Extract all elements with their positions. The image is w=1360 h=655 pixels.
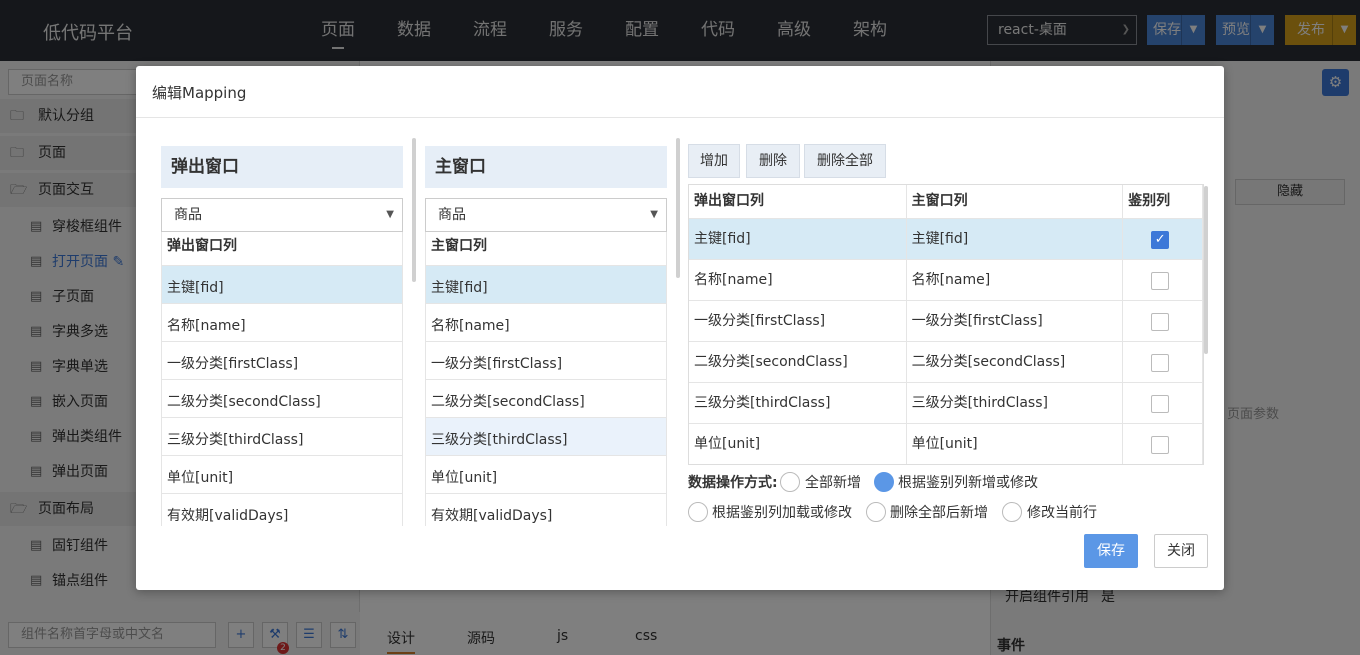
- key-checkbox[interactable]: [1151, 395, 1170, 413]
- popup-window-title: 弹出窗口: [161, 146, 403, 188]
- cell-key: [1123, 424, 1203, 464]
- mapping-table: 弹出窗口列 主窗口列 鉴别列 主键[fid] 主键[fid] ✓ 名称[name…: [688, 184, 1204, 465]
- chevron-down-icon: ▼: [650, 209, 658, 220]
- list-item[interactable]: 单位[unit]: [162, 456, 402, 494]
- cell-main: 三级分类[thirdClass]: [907, 383, 1124, 423]
- scrollbar[interactable]: [676, 138, 680, 278]
- popup-column-list: 弹出窗口列 主键[fid] 名称[name] 一级分类[firstClass] …: [161, 232, 403, 526]
- list-item[interactable]: 三级分类[thirdClass]: [162, 418, 402, 456]
- list-item[interactable]: 有效期[validDays]: [162, 494, 402, 526]
- cell-key: [1123, 301, 1203, 341]
- list-item[interactable]: 主键[fid]: [426, 266, 666, 304]
- list-item[interactable]: 二级分类[secondClass]: [162, 380, 402, 418]
- radio-delete-then-add[interactable]: [866, 502, 886, 522]
- cell-main: 一级分类[firstClass]: [907, 301, 1124, 341]
- key-checkbox[interactable]: ✓: [1151, 231, 1170, 249]
- main-source-select[interactable]: 商品 ▼: [425, 198, 667, 232]
- radio-add-all[interactable]: [780, 472, 800, 492]
- column-header: 主窗口列: [907, 185, 1124, 218]
- delete-all-button[interactable]: 删除全部: [804, 144, 886, 178]
- cell-popup: 二级分类[secondClass]: [689, 342, 907, 382]
- chevron-down-icon: ▼: [386, 209, 394, 220]
- list-item[interactable]: 一级分类[firstClass]: [426, 342, 666, 380]
- cell-main: 二级分类[secondClass]: [907, 342, 1124, 382]
- radio-modify-current[interactable]: [1002, 502, 1022, 522]
- main-column-list: 主窗口列 主键[fid] 名称[name] 一级分类[firstClass] 二…: [425, 232, 667, 526]
- radio-upsert-by-key[interactable]: [874, 472, 894, 492]
- select-value: 商品: [174, 207, 202, 223]
- key-checkbox[interactable]: [1151, 354, 1170, 372]
- main-window-title: 主窗口: [425, 146, 667, 188]
- list-item[interactable]: 有效期[validDays]: [426, 494, 666, 526]
- table-row[interactable]: 二级分类[secondClass] 二级分类[secondClass]: [689, 342, 1203, 383]
- table-row[interactable]: 一级分类[firstClass] 一级分类[firstClass]: [689, 301, 1203, 342]
- cell-main: 单位[unit]: [907, 424, 1124, 464]
- radio-label: 删除全部后新增: [890, 505, 988, 521]
- list-item[interactable]: 名称[name]: [426, 304, 666, 342]
- radio-label: 全部新增: [805, 475, 861, 491]
- cell-popup: 三级分类[thirdClass]: [689, 383, 907, 423]
- list-item[interactable]: 名称[name]: [162, 304, 402, 342]
- divider: [136, 117, 1224, 118]
- table-row[interactable]: 三级分类[thirdClass] 三级分类[thirdClass]: [689, 383, 1203, 424]
- select-value: 商品: [438, 207, 466, 223]
- list-header: 主窗口列: [426, 232, 666, 266]
- dialog-title: 编辑Mapping: [152, 84, 247, 102]
- scrollbar[interactable]: [1204, 186, 1208, 354]
- table-row[interactable]: 单位[unit] 单位[unit]: [689, 424, 1203, 464]
- table-row[interactable]: 名称[name] 名称[name]: [689, 260, 1203, 301]
- key-checkbox[interactable]: [1151, 313, 1170, 331]
- cell-popup: 主键[fid]: [689, 219, 907, 259]
- ops-label: 数据操作方式:: [688, 475, 778, 491]
- add-mapping-button[interactable]: 增加: [688, 144, 740, 178]
- popup-source-select[interactable]: 商品 ▼: [161, 198, 403, 232]
- column-header: 弹出窗口列: [689, 185, 907, 218]
- cell-key: [1123, 260, 1203, 300]
- dialog-save-button[interactable]: 保存: [1084, 534, 1138, 568]
- cell-key: [1123, 342, 1203, 382]
- cell-key: ✓: [1123, 219, 1203, 259]
- delete-mapping-button[interactable]: 删除: [746, 144, 800, 178]
- cell-popup: 单位[unit]: [689, 424, 907, 464]
- dialog-close-button[interactable]: 关闭: [1154, 534, 1208, 568]
- radio-label: 根据鉴别列新增或修改: [898, 475, 1038, 491]
- cell-main: 名称[name]: [907, 260, 1124, 300]
- list-item[interactable]: 三级分类[thirdClass]: [426, 418, 666, 456]
- cell-popup: 一级分类[firstClass]: [689, 301, 907, 341]
- table-row[interactable]: 主键[fid] 主键[fid] ✓: [689, 219, 1203, 260]
- cell-popup: 名称[name]: [689, 260, 907, 300]
- table-header: 弹出窗口列 主窗口列 鉴别列: [689, 185, 1203, 219]
- key-checkbox[interactable]: [1151, 436, 1170, 454]
- list-item[interactable]: 单位[unit]: [426, 456, 666, 494]
- list-item[interactable]: 主键[fid]: [162, 266, 402, 304]
- list-item[interactable]: 一级分类[firstClass]: [162, 342, 402, 380]
- radio-label: 修改当前行: [1027, 505, 1097, 521]
- scrollbar[interactable]: [412, 138, 416, 282]
- column-header: 鉴别列: [1123, 185, 1203, 218]
- cell-key: [1123, 383, 1203, 423]
- key-checkbox[interactable]: [1151, 272, 1170, 290]
- radio-load-by-key[interactable]: [688, 502, 708, 522]
- mapping-dialog: 编辑Mapping 弹出窗口 商品 ▼ 弹出窗口列 主键[fid] 名称[name…: [136, 66, 1224, 590]
- list-header: 弹出窗口列: [162, 232, 402, 266]
- radio-label: 根据鉴别列加载或修改: [712, 505, 852, 521]
- list-item[interactable]: 二级分类[secondClass]: [426, 380, 666, 418]
- cell-main: 主键[fid]: [907, 219, 1124, 259]
